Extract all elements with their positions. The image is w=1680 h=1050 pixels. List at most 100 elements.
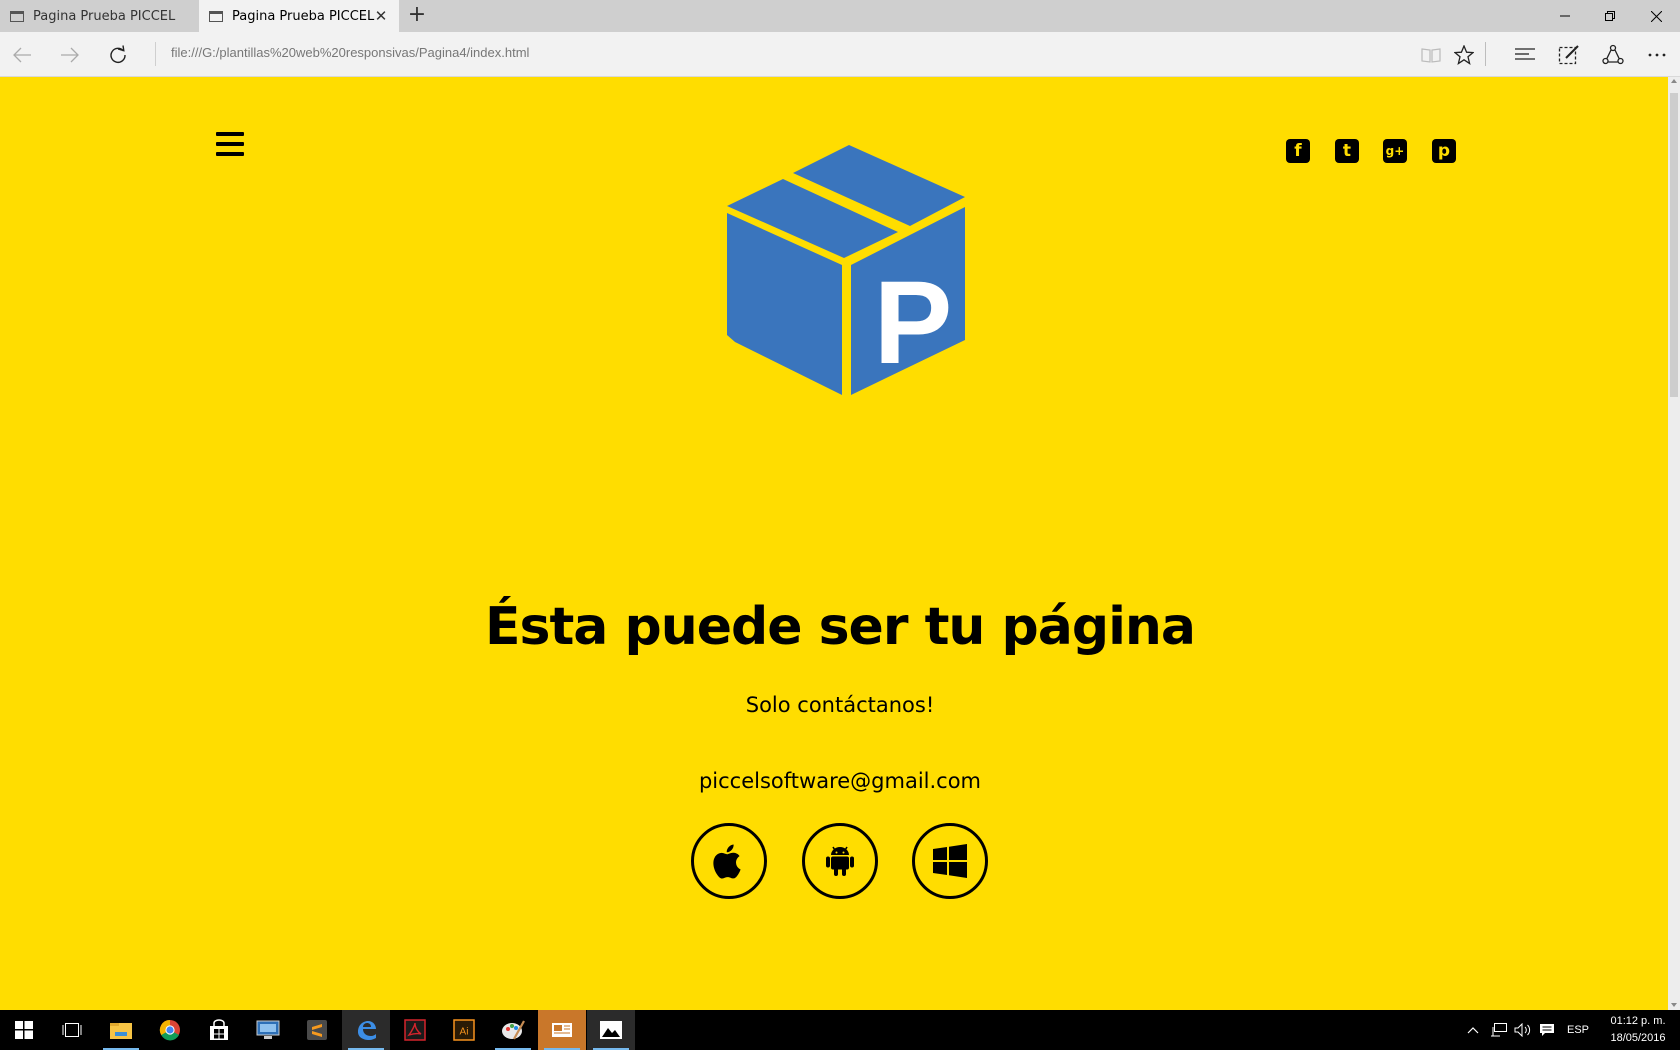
taskbar-clock[interactable]: 01:12 p. m. 18/05/2016 [1598,1013,1678,1047]
paint-taskbar-button[interactable] [489,1010,537,1050]
svg-text:Ai: Ai [460,1027,469,1038]
show-hidden-icons-button[interactable] [1467,1010,1479,1050]
notification-icon [1540,1024,1554,1036]
windows-taskbar: Ai ESP 01:12 p. m. 18/05/2016 [0,1010,1680,1050]
favorite-button[interactable] [1444,32,1484,77]
browser-toolbar: file:///G:/plantillas%20web%20responsiva… [0,32,1680,77]
more-dots-icon [1648,53,1666,56]
apple-store-button[interactable] [691,823,767,899]
news-icon [552,1023,572,1037]
page-scrollbar[interactable] [1668,77,1680,1010]
close-icon [1650,10,1662,22]
folder-icon [110,1023,132,1039]
logo-letter: P [874,257,953,389]
web-page: f t g+ p P Ésta puede ser tu página Solo… [0,77,1668,1010]
task-view-icon [62,1023,82,1037]
address-divider [155,42,156,66]
restore-button[interactable] [1588,0,1632,32]
volume-button[interactable] [1514,1010,1532,1050]
hub-button[interactable] [1505,32,1545,77]
android-icon [826,846,854,876]
edge-icon [358,1021,376,1040]
acrobat-taskbar-button[interactable] [391,1010,439,1050]
twitter-icon[interactable]: t [1335,139,1359,163]
more-button[interactable] [1637,32,1677,77]
chrome-taskbar-button[interactable] [146,1010,194,1050]
store-bag-icon [210,1019,228,1040]
task-view-button[interactable] [48,1010,96,1050]
book-icon [1421,47,1441,63]
chrome-icon [159,1019,180,1041]
page-icon [209,10,223,22]
menu-button[interactable] [216,132,244,156]
action-center-button[interactable] [1539,1010,1555,1050]
windows-start-icon [15,1021,33,1039]
input-language-indicator[interactable]: ESP [1567,1010,1589,1050]
minimize-button[interactable] [1543,0,1587,32]
illustrator-taskbar-button[interactable]: Ai [440,1010,488,1050]
share-icon [1602,44,1624,64]
arrow-left-icon [13,47,31,62]
contact-subtitle: Solo contáctanos! [745,693,935,717]
acrobat-icon [404,1019,426,1041]
illustrator-icon: Ai [453,1019,475,1041]
menu-bar-line [216,132,244,136]
chevron-up-icon [1467,1027,1479,1034]
browser-tab-active[interactable]: Pagina Prueba PICCEL ✕ [199,0,399,32]
page-icon [10,10,24,22]
new-tab-button[interactable]: + [405,4,429,28]
facebook-glyph: f [1294,141,1302,161]
news-app-taskbar-button[interactable] [538,1010,586,1050]
tab-title: Pagina Prueba PICCEL [33,8,176,24]
web-note-icon [1558,44,1579,64]
close-tab-icon[interactable]: ✕ [371,6,391,26]
file-explorer-taskbar-button[interactable] [97,1010,145,1050]
remote-desktop-taskbar-button[interactable] [244,1010,292,1050]
pinterest-icon[interactable]: p [1432,139,1456,163]
edge-taskbar-button[interactable] [342,1010,390,1050]
back-button[interactable] [0,32,44,77]
sublime-text-icon [307,1020,327,1040]
google-plus-glyph: g+ [1385,144,1405,158]
network-button[interactable] [1490,1010,1508,1050]
browser-tab-strip: Pagina Prueba PICCEL Pagina Prueba PICCE… [0,0,1680,32]
google-plus-icon[interactable]: g+ [1383,139,1407,163]
web-note-button[interactable] [1549,32,1589,77]
browser-tab[interactable]: Pagina Prueba PICCEL [0,0,199,32]
close-window-button[interactable] [1634,0,1678,32]
scrollbar-thumb[interactable] [1670,93,1678,397]
network-icon [1491,1023,1507,1037]
refresh-button[interactable] [96,32,140,77]
photos-taskbar-button[interactable] [587,1010,635,1050]
menu-bar-line [216,152,244,156]
address-bar[interactable]: file:///G:/plantillas%20web%20responsiva… [171,45,529,60]
scroll-down-icon[interactable] [1671,1003,1677,1007]
restore-icon [1605,11,1615,21]
store-taskbar-button[interactable] [195,1010,243,1050]
forward-button[interactable] [48,32,92,77]
refresh-icon [110,44,126,63]
speaker-icon [1514,1023,1531,1037]
clock-time: 01:12 p. m. [1610,1015,1666,1027]
star-icon [1454,44,1474,65]
contact-email: piccelsoftware@gmail.com [698,769,982,793]
sublime-taskbar-button[interactable] [293,1010,341,1050]
scroll-up-icon[interactable] [1671,79,1677,83]
android-store-button[interactable] [802,823,878,899]
monitor-icon [256,1020,280,1039]
clock-date: 18/05/2016 [1610,1032,1666,1044]
windows-icon [933,844,967,878]
paint-palette-icon [502,1020,525,1040]
tab-title: Pagina Prueba PICCEL [232,8,375,24]
page-title: Ésta puede ser tu página [484,597,1196,657]
photos-icon [600,1021,622,1039]
menu-bar-line [216,142,244,146]
minimize-icon [1560,15,1570,17]
facebook-icon[interactable]: f [1286,139,1310,163]
start-button[interactable] [0,1010,48,1050]
twitter-glyph: t [1342,141,1352,161]
share-button[interactable] [1593,32,1633,77]
windows-store-button[interactable] [912,823,988,899]
pinterest-glyph: p [1437,141,1451,161]
arrow-right-icon [61,47,79,62]
